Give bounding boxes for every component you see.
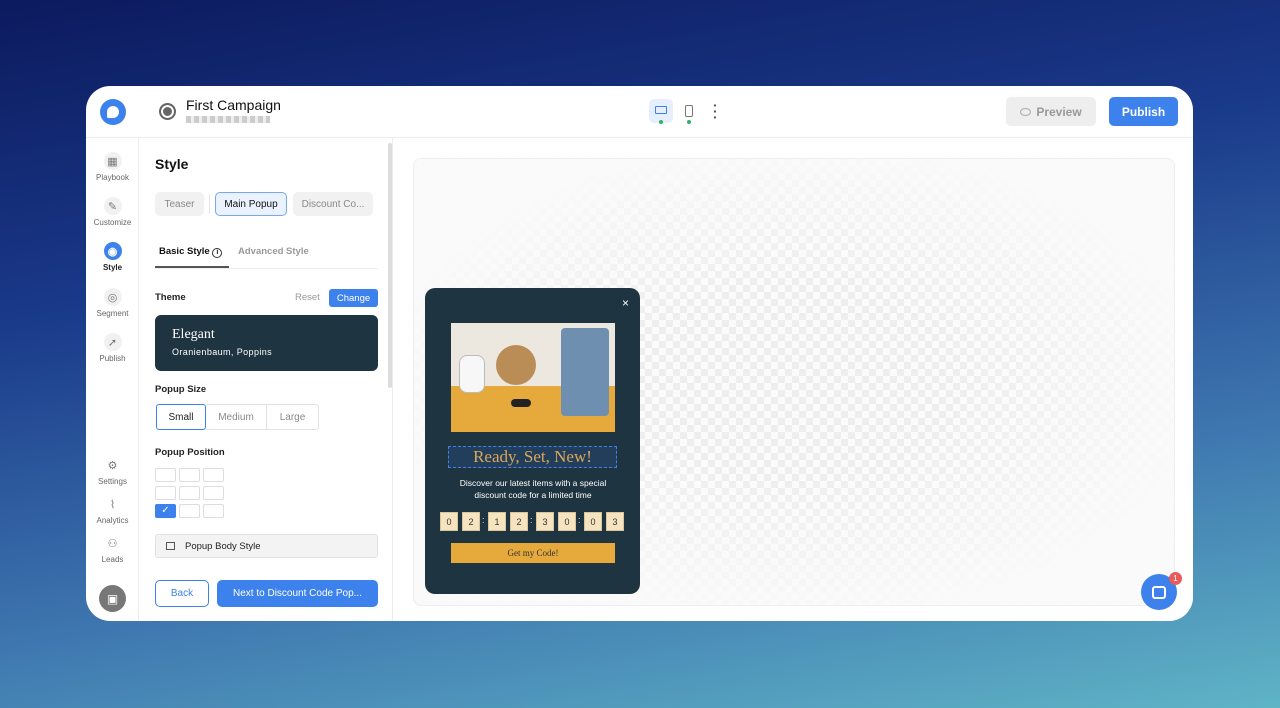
eye-icon xyxy=(1020,107,1032,116)
sidebar-label: Segment xyxy=(96,309,129,318)
position-top-right[interactable] xyxy=(203,468,224,482)
position-bottom-center[interactable] xyxy=(179,504,200,518)
more-options-icon[interactable]: · · · xyxy=(713,98,718,124)
popup-description: Discover our latest items with a special… xyxy=(459,478,607,500)
theme-card[interactable]: Elegant Oranienbaum, Poppins xyxy=(155,315,378,371)
app-window: First Campaign · · · Preview Publish ▦ Play… xyxy=(86,86,1193,621)
theme-fonts: Oranienbaum, Poppins xyxy=(172,347,273,357)
sidebar-item-segment[interactable]: ◎ Segment xyxy=(86,288,139,318)
theme-reset-link[interactable]: Reset xyxy=(295,292,320,303)
check-icon: ✓ xyxy=(161,505,170,516)
sidebar-label: Leads xyxy=(101,555,124,564)
sidebar-nav: ▦ Playbook ✎ Customize ◉ Style ◎ Segment ➚ Pu… xyxy=(86,138,139,621)
chat-button[interactable]: 1 xyxy=(1141,572,1182,610)
position-bottom-left[interactable]: ✓ xyxy=(155,504,176,518)
position-middle-left[interactable] xyxy=(155,486,176,500)
size-small[interactable]: Small xyxy=(156,404,206,430)
sidebar-label: Settings xyxy=(98,477,127,486)
top-bar: First Campaign · · · Preview Publish xyxy=(86,86,1193,138)
image-icon xyxy=(166,542,175,550)
palette-icon: ◉ xyxy=(103,242,122,260)
laptop-icon xyxy=(655,106,667,114)
sidebar-item-playbook[interactable]: ▦ Playbook xyxy=(86,152,139,182)
countdown-digit: 0 xyxy=(440,512,458,531)
sidebar-label: Customize xyxy=(93,218,132,227)
countdown-digit: 3 xyxy=(606,512,624,531)
next-button[interactable]: Next to Discount Code Pop... xyxy=(217,580,378,607)
style-panel: Style Teaser Main Popup Discount Co... B… xyxy=(139,138,393,621)
sidebar-item-customize[interactable]: ✎ Customize xyxy=(86,197,139,227)
preview-button[interactable]: Preview xyxy=(1006,97,1096,126)
users-icon: ⚇ xyxy=(107,537,118,550)
panel-scrollbar[interactable] xyxy=(388,143,392,388)
countdown-digit: 3 xyxy=(536,512,554,531)
tab-teaser[interactable]: Teaser xyxy=(155,192,204,216)
app-logo[interactable] xyxy=(100,99,126,125)
sidebar-item-analytics[interactable]: ⌇ Analytics xyxy=(86,495,139,526)
desktop-view-button[interactable] xyxy=(649,99,673,124)
popup-size-label: Popup Size xyxy=(155,384,207,395)
globe-icon xyxy=(159,103,176,120)
sidebar-label: Playbook xyxy=(96,173,129,182)
tab-label: Basic Style xyxy=(159,246,210,257)
gear-icon: ⚙ xyxy=(107,459,118,472)
sidebar-item-publish[interactable]: ➚ Publish xyxy=(86,333,139,363)
theme-label: Theme xyxy=(155,292,186,303)
back-button[interactable]: Back xyxy=(155,580,209,607)
briefcase-button[interactable]: ▣ xyxy=(99,585,126,612)
chart-icon: ⌇ xyxy=(109,498,116,511)
sidebar-item-leads[interactable]: ⚇ Leads xyxy=(86,534,139,565)
sidebar-item-settings[interactable]: ⚙ Settings xyxy=(86,456,139,487)
tab-basic-style[interactable]: Basic Style i xyxy=(155,246,229,268)
publish-button[interactable]: Publish xyxy=(1109,97,1178,126)
popup-position-grid: ✓ xyxy=(155,468,227,518)
preview-canvas: × Ready, Set, New! Discover our latest i… xyxy=(393,138,1193,621)
sidebar-label: Publish xyxy=(99,354,126,363)
pencil-icon: ✎ xyxy=(103,197,122,215)
position-bottom-right[interactable] xyxy=(203,504,224,518)
preview-label: Preview xyxy=(1036,104,1082,119)
countdown-digit: 0 xyxy=(584,512,602,531)
tab-main-popup[interactable]: Main Popup xyxy=(215,192,287,216)
countdown-digit: 0 xyxy=(558,512,576,531)
position-middle-center[interactable] xyxy=(179,486,200,500)
sidebar-item-style[interactable]: ◉ Style xyxy=(86,242,139,272)
grid-icon: ▦ xyxy=(103,152,122,170)
popup-preview[interactable]: × Ready, Set, New! Discover our latest i… xyxy=(425,288,640,594)
body-style-label: Popup Body Style xyxy=(185,540,261,552)
size-medium[interactable]: Medium xyxy=(206,404,267,430)
position-top-left[interactable] xyxy=(155,468,176,482)
tab-discount-code[interactable]: Discount Co... xyxy=(293,192,373,216)
close-icon[interactable]: × xyxy=(622,296,629,310)
popup-headline[interactable]: Ready, Set, New! xyxy=(448,446,617,468)
position-middle-right[interactable] xyxy=(203,486,224,500)
popup-body-style-button[interactable]: Popup Body Style xyxy=(155,534,378,558)
info-icon[interactable]: i xyxy=(212,248,223,258)
target-icon: ◎ xyxy=(103,288,122,306)
cta-button[interactable]: Get my Code! xyxy=(451,543,615,563)
theme-change-button[interactable]: Change xyxy=(329,289,378,307)
rocket-icon: ➚ xyxy=(103,333,122,351)
chat-icon xyxy=(1152,585,1166,599)
position-top-center[interactable] xyxy=(179,468,200,482)
campaign-url-blurred xyxy=(186,116,270,123)
countdown-digit: 2 xyxy=(510,512,528,531)
campaign-title[interactable]: First Campaign xyxy=(186,97,281,113)
popup-hero-image xyxy=(451,323,615,432)
panel-title: Style xyxy=(155,156,189,172)
mobile-view-button[interactable] xyxy=(680,99,698,124)
popup-size-selector: Small Medium Large xyxy=(156,404,319,430)
size-large[interactable]: Large xyxy=(267,404,319,430)
briefcase-icon: ▣ xyxy=(106,591,119,606)
popup-position-label: Popup Position xyxy=(155,447,225,458)
sidebar-label: Analytics xyxy=(96,516,129,525)
phone-icon xyxy=(685,105,693,117)
notification-badge: 1 xyxy=(1169,572,1182,585)
theme-name: Elegant xyxy=(172,327,215,342)
sidebar-label: Style xyxy=(102,263,123,272)
countdown-digit: 1 xyxy=(488,512,506,531)
tab-advanced-style[interactable]: Advanced Style xyxy=(238,246,309,257)
countdown-digit: 2 xyxy=(462,512,480,531)
